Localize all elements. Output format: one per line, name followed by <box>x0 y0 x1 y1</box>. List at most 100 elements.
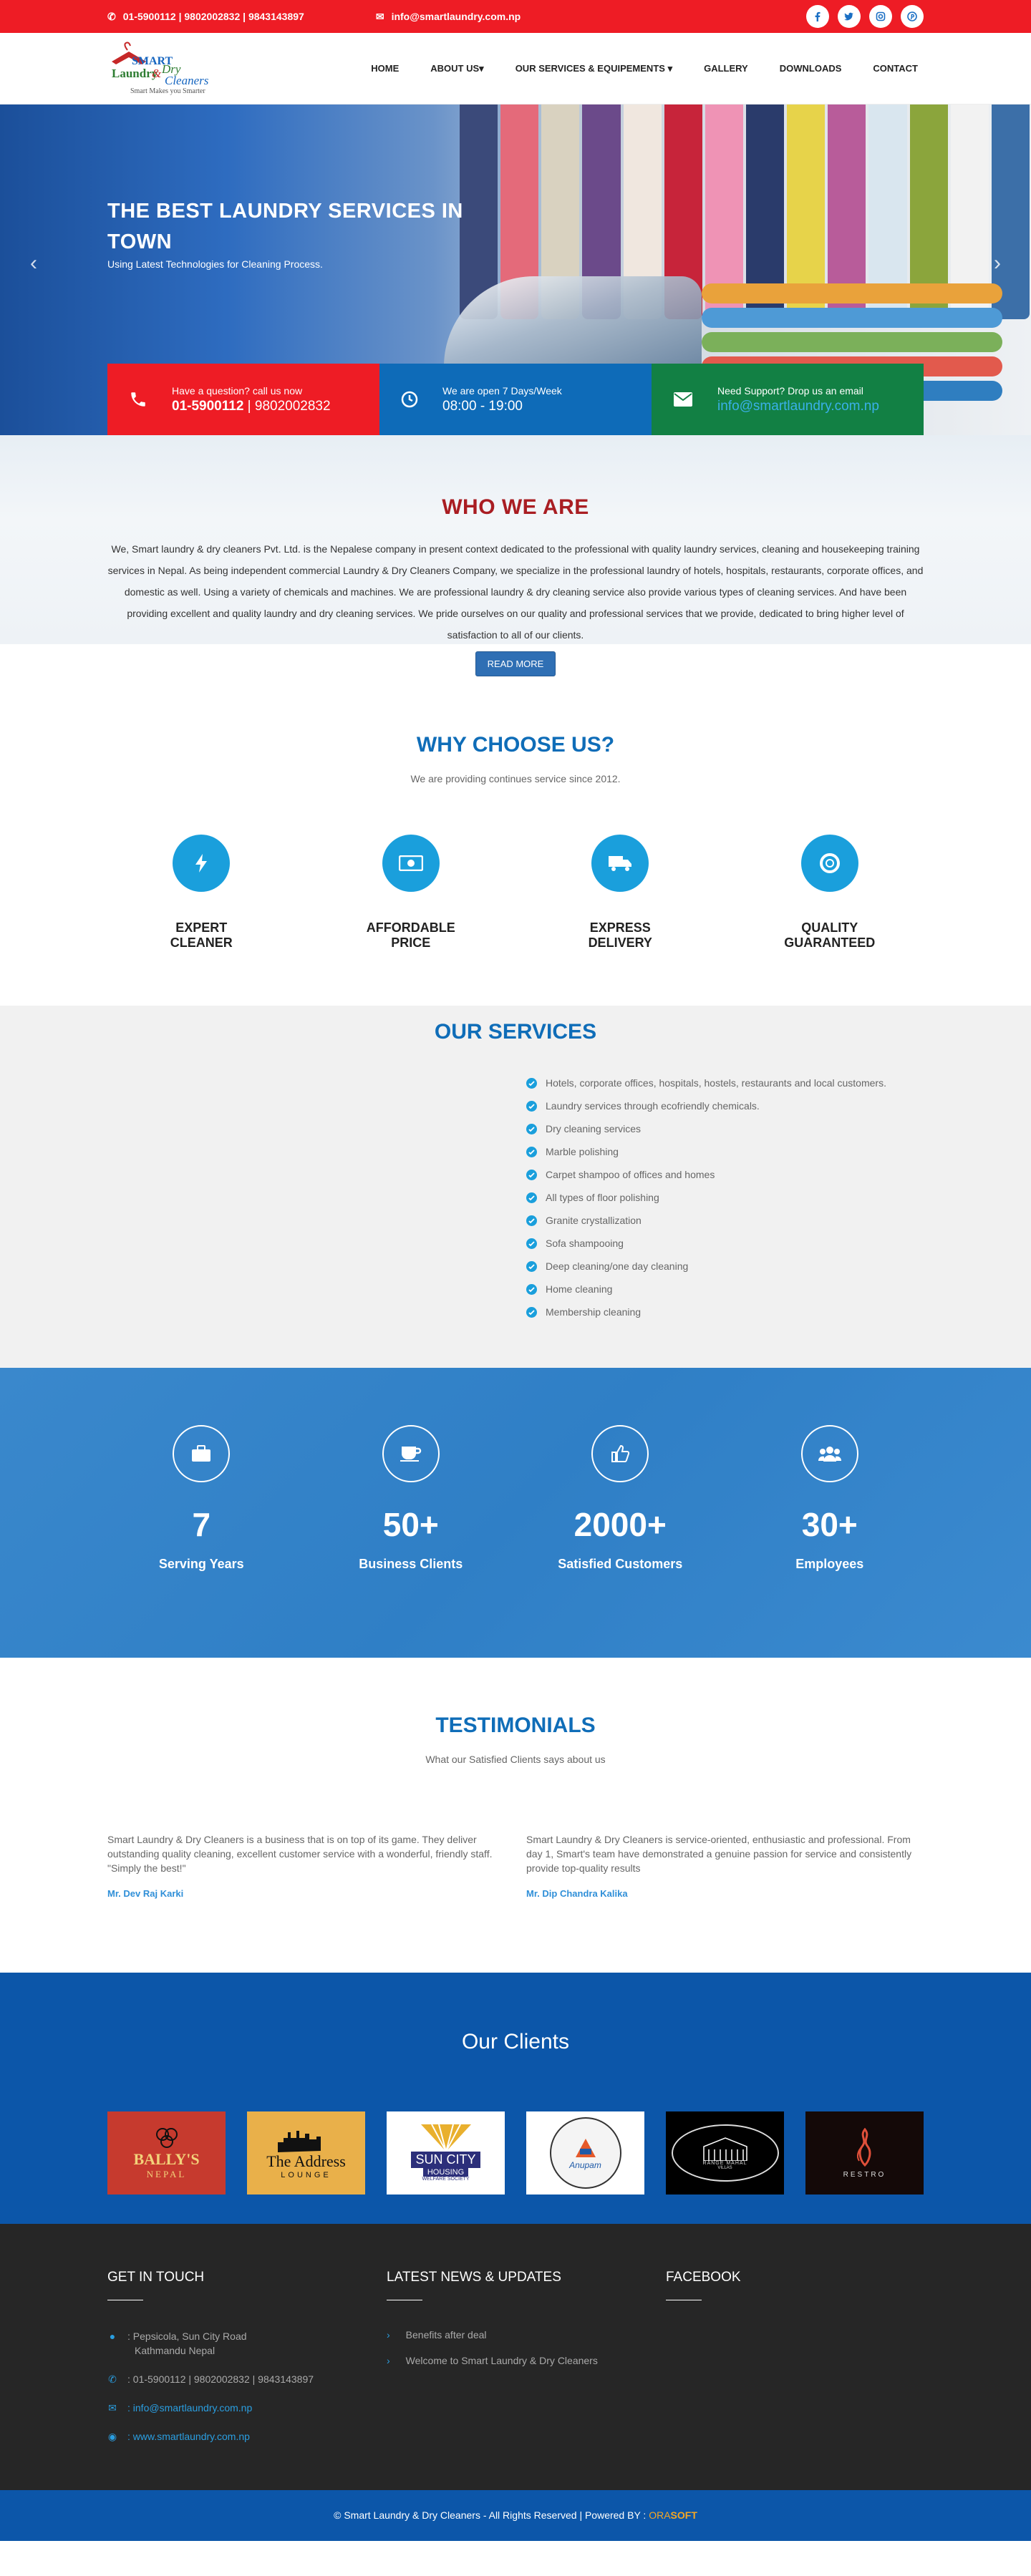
stat-label: Satisfied Customers <box>558 1557 683 1571</box>
testimonial-item: Smart Laundry & Dry Cleaners is a busine… <box>107 1832 505 1901</box>
hours-value: 08:00 - 19:00 <box>442 398 523 414</box>
clients-title: Our Clients <box>461 2030 570 2053</box>
powered-by-link[interactable]: ORASOFT <box>649 2509 697 2521</box>
client-logo-sun-city[interactable]: SUN CITY HOUSING WELFARE SOCIETY <box>387 2111 505 2195</box>
map-marker-icon: ● <box>109 2330 116 2342</box>
why-subtitle: We are providing continues service since… <box>410 773 621 784</box>
check-circle-icon <box>526 1260 537 1272</box>
info-box-hours: We are open 7 Days/Week 08:00 - 19:00 <box>379 364 652 435</box>
chevron-right-icon: › <box>387 2329 390 2341</box>
nav-services[interactable]: OUR SERVICES & EQUIPEMENTS ▾ <box>500 63 688 74</box>
client-logo-anupam[interactable]: Anupam <box>526 2111 644 2195</box>
footer-address: ● : Pepsicola, Sun City Road Kathmandu Ne… <box>107 2329 314 2358</box>
testimonial-item: Smart Laundry & Dry Cleaners is service-… <box>526 1832 924 1901</box>
feature-item: AFFORDABLE PRICE <box>306 835 516 951</box>
chevron-right-icon: › <box>387 2355 390 2366</box>
truck-icon <box>609 856 632 871</box>
client-logo-the-address[interactable]: The Address LOUNGE <box>247 2111 365 2195</box>
main-nav: HOME ABOUT US▾ OUR SERVICES & EQUIPEMENT… <box>355 63 924 74</box>
hero-iron-image <box>444 276 702 376</box>
nav-contact[interactable]: CONTACT <box>857 63 924 74</box>
briefcase-icon <box>192 1445 211 1462</box>
twitter-icon[interactable] <box>838 5 861 28</box>
hero-slider: THE BEST LAUNDRY SERVICES IN TOWN Using … <box>0 105 1031 435</box>
client-logo-name: RANGE MAHAL <box>702 2160 747 2166</box>
site-logo[interactable]: SMART Laundry & Dry Cleaners Smart Makes… <box>107 40 222 97</box>
instagram-icon[interactable] <box>869 5 892 28</box>
nav-about-us-label: ABOUT US <box>430 63 480 74</box>
envelope-icon: ✉ <box>108 2402 117 2414</box>
footer-email: ✉ : info@smartlaundry.com.np <box>107 2401 314 2415</box>
client-logo-name: RESTRO <box>843 2170 886 2179</box>
email-value[interactable]: info@smartlaundry.com.np <box>717 399 879 414</box>
client-logo-name: Anupam <box>569 2160 601 2170</box>
info-box-call[interactable]: Have a question? call us now 01-5900112 … <box>107 364 379 435</box>
footer-facebook-title: FACEBOOK <box>666 2270 741 2285</box>
client-logo-restro[interactable]: RESTRO <box>805 2111 924 2195</box>
list-item: Granite crystallization <box>526 1209 886 1232</box>
footer-email-link[interactable]: : info@smartlaundry.com.np <box>127 2401 252 2415</box>
news-item[interactable]: › Benefits after deal <box>387 2329 598 2341</box>
why-choose-us-section: WHY CHOOSE US? We are providing continue… <box>0 716 1031 1006</box>
bolt-icon <box>195 854 208 873</box>
copyright-bar: © Smart Laundry & Dry Cleaners - All Rig… <box>0 2490 1031 2541</box>
footer-news: LATEST NEWS & UPDATES › Benefits after de… <box>387 2270 598 2366</box>
facebook-icon[interactable] <box>806 5 829 28</box>
check-circle-icon <box>526 1123 537 1134</box>
footer-facebook: FACEBOOK <box>666 2270 741 2300</box>
stat-number: 7 <box>192 1506 211 1543</box>
powered-by-brand-part1: ORA <box>649 2509 671 2521</box>
footer-web: ◉ : www.smartlaundry.com.np <box>107 2429 314 2444</box>
nav-downloads[interactable]: DOWNLOADS <box>764 63 858 74</box>
chevron-left-icon[interactable]: ‹ <box>30 251 37 276</box>
info-boxes: Have a question? call us now 01-5900112 … <box>107 364 924 435</box>
money-icon <box>398 855 423 871</box>
client-logo-sub: NEPAL <box>146 2169 187 2179</box>
check-circle-icon <box>526 1100 537 1112</box>
list-item: Sofa shampooing <box>526 1232 886 1255</box>
client-logo-name: SUN CITY <box>411 2152 480 2168</box>
topbar-phone[interactable]: ✆ 01-5900112 | 9802002832 | 9843143897 <box>107 11 304 23</box>
stat-item: 30+ Employees <box>725 1425 935 1572</box>
topbar-email[interactable]: ✉ info@smartlaundry.com.np <box>376 11 521 23</box>
list-item: Deep cleaning/one day cleaning <box>526 1255 886 1278</box>
stat-item: 2000+ Satisfied Customers <box>516 1425 725 1572</box>
topbar-phone-text: 01-5900112 | 9802002832 | 9843143897 <box>122 11 304 22</box>
phone-icon <box>131 392 145 407</box>
nav-gallery[interactable]: GALLERY <box>688 63 764 74</box>
feature-item: QUALITY GUARANTEED <box>725 835 935 951</box>
stat-number: 30+ <box>801 1506 858 1543</box>
read-more-button[interactable]: READ MORE <box>475 651 556 676</box>
news-item-label: Welcome to Smart Laundry & Dry Cleaners <box>405 2355 598 2366</box>
chevron-right-icon[interactable]: › <box>994 251 1001 276</box>
who-title: WHO WE ARE <box>442 495 589 519</box>
client-logo-ballys[interactable]: BALLY'S NEPAL <box>107 2111 226 2195</box>
clock-icon <box>401 391 418 408</box>
client-logo-range-mahal[interactable]: RANGE MAHAL VILLAS <box>666 2111 784 2195</box>
nav-about-us[interactable]: ABOUT US▾ <box>415 63 499 74</box>
thumbs-up-icon <box>611 1444 630 1462</box>
list-item: Membership cleaning <box>526 1301 886 1323</box>
coffee-icon <box>400 1447 421 1462</box>
phone-icon: ✆ <box>107 10 116 22</box>
info-box-email[interactable]: Need Support? Drop us an email info@smar… <box>652 364 924 435</box>
client-logo-name: BALLY'S <box>133 2150 200 2168</box>
footer-news-title: LATEST NEWS & UPDATES <box>387 2270 561 2285</box>
users-icon <box>818 1447 841 1462</box>
call-number-secondary: | 9802002832 <box>243 398 331 414</box>
our-clients-section: Our Clients BALLY'S NEPAL The Address LO… <box>0 1973 1031 2224</box>
check-circle-icon <box>526 1238 537 1249</box>
testimonial-text: Smart Laundry & Dry Cleaners is a busine… <box>107 1834 493 1874</box>
stat-label: Business Clients <box>359 1557 463 1571</box>
pinterest-icon[interactable] <box>901 5 924 28</box>
service-text: Deep cleaning/one day cleaning <box>546 1260 689 1272</box>
features-row: EXPERT CLEANER AFFORDABLE PRICE EXPRESS … <box>97 835 934 951</box>
footer-contact: GET IN TOUCH ● : Pepsicola, Sun City Roa… <box>107 2270 314 2444</box>
testimonials-section: TESTIMONIALS What our Satisfied Clients … <box>0 1658 1031 1973</box>
hours-label: We are open 7 Days/Week <box>442 384 562 397</box>
nav-home[interactable]: HOME <box>355 63 415 74</box>
news-item[interactable]: › Welcome to Smart Laundry & Dry Cleaners <box>387 2355 598 2366</box>
footer-web-link[interactable]: : www.smartlaundry.com.np <box>127 2429 250 2444</box>
footer-phone: ✆ : 01-5900112 | 9802002832 | 9843143897 <box>107 2372 314 2386</box>
client-logo-sub: VILLAS <box>717 2165 732 2170</box>
